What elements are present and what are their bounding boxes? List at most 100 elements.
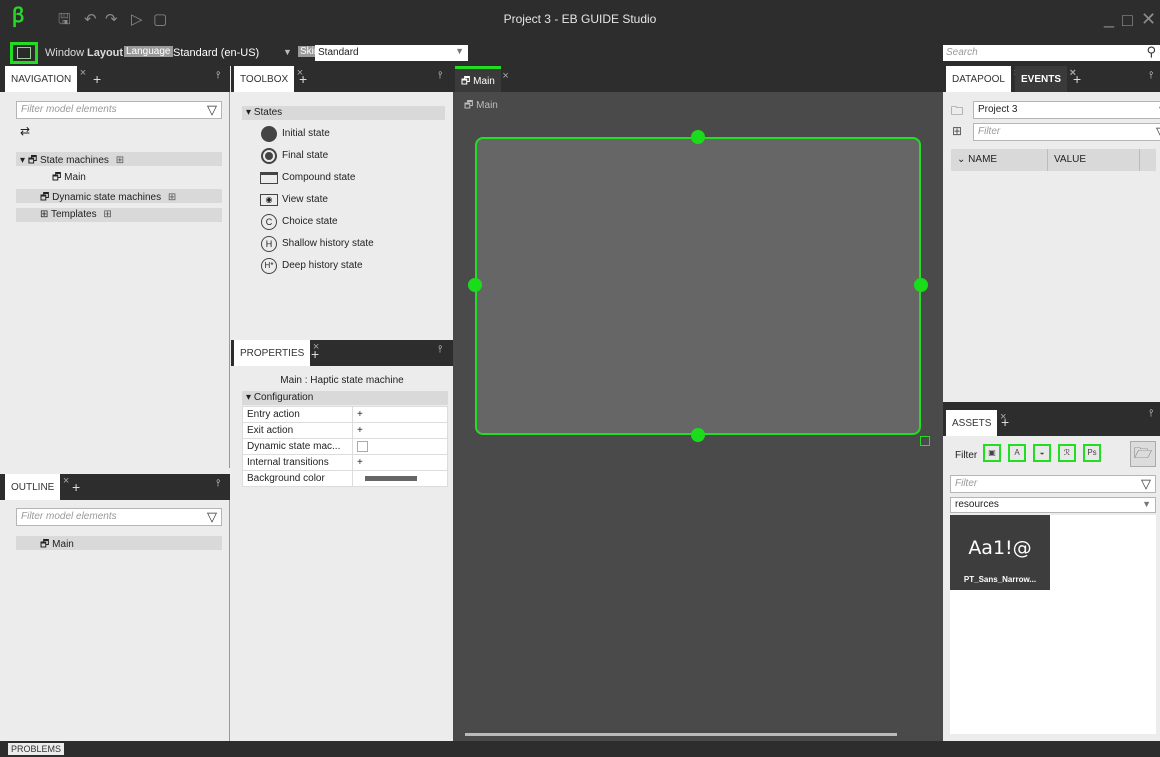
close-icon[interactable]: ✕ bbox=[1141, 9, 1156, 30]
folder-icon[interactable]: 🗀 bbox=[951, 102, 963, 123]
assets-filter-input[interactable]: Filter ▽ bbox=[950, 475, 1156, 493]
horizontal-scrollbar[interactable] bbox=[465, 733, 897, 736]
tree-item-label: Main bbox=[64, 172, 86, 183]
deep-history-icon: H* bbox=[260, 257, 278, 275]
tab-main-editor[interactable]: 🗗 Main × bbox=[455, 66, 509, 92]
tab-problems[interactable]: PROBLEMS bbox=[8, 743, 65, 755]
resize-handle-bottom[interactable] bbox=[691, 428, 705, 442]
add-tab-icon[interactable]: + bbox=[299, 71, 307, 87]
tab-datapool[interactable]: DATAPOOL × bbox=[946, 66, 1020, 92]
add-tab-icon[interactable]: + bbox=[1001, 414, 1009, 430]
toolbox-header: TOOLBOX × + ⫯ bbox=[231, 66, 453, 92]
expand-icon[interactable]: ▾ bbox=[246, 392, 251, 403]
column-value-header[interactable]: VALUE bbox=[1054, 154, 1086, 165]
outline-panel: Filter model elements ▽ 🗗 Main bbox=[0, 500, 230, 741]
add-tab-icon[interactable]: + bbox=[311, 346, 319, 362]
expand-icon[interactable]: ▾ bbox=[20, 155, 25, 166]
background-color-swatch[interactable] bbox=[352, 470, 448, 487]
search-icon[interactable]: ⚲ bbox=[1146, 44, 1156, 60]
resize-handle-left[interactable] bbox=[468, 278, 482, 292]
resize-grip[interactable] bbox=[920, 436, 930, 446]
tab-toolbox[interactable]: TOOLBOX × bbox=[234, 66, 303, 92]
pin-icon[interactable]: ⫯ bbox=[1149, 408, 1153, 419]
navigation-filter-input[interactable]: Filter model elements ▽ bbox=[16, 101, 222, 119]
tree-item-dynamic-state-machines[interactable]: 🗗 Dynamic state machines ⊞ bbox=[16, 189, 222, 203]
property-row: Internal transitions + bbox=[242, 454, 448, 471]
open-folder-icon[interactable]: 🗁 bbox=[1130, 441, 1156, 467]
add-dynamic-state-machine-icon[interactable]: ⊞ bbox=[168, 192, 176, 203]
add-tab-icon[interactable]: + bbox=[93, 71, 101, 87]
filter-psd-button[interactable]: Ps bbox=[1083, 444, 1101, 462]
title-bar: ꞵ 🖫 ↶ ↷ ▷ ▢ Project 3 - EB GUIDE Studio … bbox=[0, 0, 1160, 40]
entry-action-add-button[interactable]: + bbox=[352, 406, 448, 423]
tree-item-templates[interactable]: ⊞ Templates ⊞ bbox=[16, 208, 222, 222]
filter-fonts-button[interactable]: A bbox=[1008, 444, 1026, 462]
internal-transitions-add-button[interactable]: + bbox=[352, 454, 448, 471]
resize-handle-right[interactable] bbox=[914, 278, 928, 292]
outline-item-main[interactable]: 🗗 Main bbox=[16, 536, 222, 550]
column-name-header[interactable]: ⌄ NAME bbox=[957, 154, 997, 165]
filter-images-button[interactable]: ▣ bbox=[983, 444, 1001, 462]
language-dropdown-icon[interactable]: ▼ bbox=[283, 47, 292, 57]
expand-icon[interactable]: ▾ bbox=[246, 107, 251, 118]
section-label: States bbox=[253, 107, 283, 118]
property-name: Dynamic state mac... bbox=[242, 438, 353, 455]
close-tab-icon[interactable]: × bbox=[502, 70, 508, 82]
initial-state-icon bbox=[260, 125, 278, 143]
project-select[interactable]: Project 3 ▼ bbox=[973, 101, 1160, 119]
tree-item-main[interactable]: 🗗 Main bbox=[52, 170, 86, 187]
filter-shaders-button[interactable]: ℛ bbox=[1058, 444, 1076, 462]
add-event-icon[interactable]: ⊞ bbox=[952, 124, 962, 138]
tab-outline[interactable]: OUTLINE × bbox=[5, 474, 69, 500]
outline-filter-input[interactable]: Filter model elements ▽ bbox=[16, 508, 222, 526]
state-machine-canvas[interactable]: 🗗 Main bbox=[453, 92, 943, 742]
exit-action-add-button[interactable]: + bbox=[352, 422, 448, 439]
add-tab-icon[interactable]: + bbox=[1073, 71, 1081, 87]
tab-assets[interactable]: ASSETS × bbox=[946, 410, 1006, 436]
skin-select[interactable]: Standard ▼ bbox=[315, 45, 468, 61]
tab-events[interactable]: EVENTS × bbox=[1015, 66, 1076, 92]
filter-icon[interactable]: ▽ bbox=[1156, 124, 1160, 140]
add-tab-icon[interactable]: + bbox=[72, 479, 80, 495]
close-tab-icon[interactable]: × bbox=[80, 67, 86, 79]
search-input[interactable]: Search ⚲ bbox=[943, 44, 1160, 61]
properties-section-configuration[interactable]: ▾ Configuration bbox=[242, 391, 448, 405]
properties-header: PROPERTIES × + ⫯ bbox=[231, 340, 453, 366]
filter-icon[interactable]: ▽ bbox=[1141, 476, 1151, 492]
outline-header: OUTLINE × + ⫯ bbox=[0, 474, 230, 500]
add-template-icon[interactable]: ⊞ bbox=[103, 209, 111, 220]
filter-meshes-button[interactable]: ◒ bbox=[1033, 444, 1051, 462]
events-filter-input[interactable]: Filter ▽ bbox=[973, 123, 1160, 141]
window-menu[interactable]: Window bbox=[45, 47, 84, 59]
close-tab-icon[interactable]: × bbox=[63, 475, 69, 487]
assets-folder-select[interactable]: resources ▼ bbox=[950, 497, 1156, 513]
pin-icon[interactable]: ⫯ bbox=[438, 344, 442, 355]
toolbox-section-states[interactable]: ▾ States bbox=[242, 106, 445, 120]
filter-icon[interactable]: ▽ bbox=[207, 102, 217, 118]
tree-item-state-machines[interactable]: ▾ 🗗 State machines ⊞ bbox=[16, 152, 222, 166]
asset-card-font[interactable]: Aa1!@ PT_Sans_Narrow... bbox=[950, 515, 1050, 590]
tool-label: Shallow history state bbox=[282, 238, 374, 249]
filter-icon[interactable]: ▽ bbox=[207, 509, 217, 525]
tab-navigation-label: NAVIGATION bbox=[11, 74, 72, 85]
layout-menu[interactable]: Layout bbox=[87, 47, 123, 59]
minimize-icon[interactable]: _ bbox=[1104, 8, 1114, 29]
tab-navigation[interactable]: NAVIGATION × bbox=[5, 66, 86, 92]
properties-panel: Main : Haptic state machine ▾ Configurat… bbox=[231, 366, 453, 741]
pin-icon[interactable]: ⫯ bbox=[216, 70, 220, 81]
add-state-machine-icon[interactable]: ⊞ bbox=[116, 155, 124, 166]
dynamic-state-machine-checkbox[interactable] bbox=[352, 438, 448, 455]
tab-outline-label: OUTLINE bbox=[11, 482, 55, 493]
pin-icon[interactable]: ⫯ bbox=[1149, 70, 1153, 81]
maximize-icon[interactable]: □ bbox=[1122, 10, 1133, 31]
resize-handle-top[interactable] bbox=[691, 130, 705, 144]
language-tag: Language bbox=[124, 46, 173, 57]
template-icon: ⊞ bbox=[40, 209, 49, 220]
layout-toggle-button[interactable] bbox=[10, 42, 38, 64]
pin-icon[interactable]: ⫯ bbox=[216, 478, 220, 489]
language-value[interactable]: Standard (en-US) bbox=[173, 47, 259, 59]
sync-icon[interactable]: ⇄ bbox=[20, 124, 30, 138]
tab-properties[interactable]: PROPERTIES × bbox=[234, 340, 319, 366]
state-machine-node[interactable] bbox=[475, 137, 921, 435]
pin-icon[interactable]: ⫯ bbox=[438, 70, 442, 81]
